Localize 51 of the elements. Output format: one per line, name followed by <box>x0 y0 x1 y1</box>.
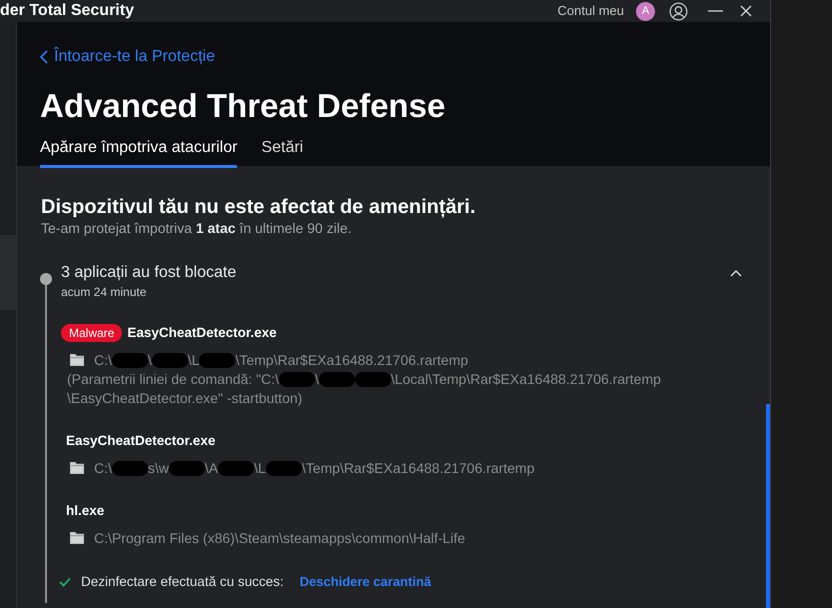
redaction-mark <box>199 352 236 368</box>
path-text: \L <box>254 458 266 478</box>
redaction-mark <box>278 372 315 387</box>
redaction-mark <box>168 460 205 476</box>
redaction-mark <box>218 460 254 476</box>
tab[interactable]: Setări <box>261 138 304 168</box>
chevron-left-icon <box>40 50 48 64</box>
redaction-mark <box>112 460 148 476</box>
command-text: (Parametrii liniei de comandă: "C:\ <box>67 370 279 389</box>
path-text: \Temp\Rar$EXa16488.21706.rartemp <box>302 458 535 478</box>
path-text: \A <box>204 458 218 478</box>
malware-badge: Malware <box>61 324 122 342</box>
command-text: \Local\Temp\Rar$EXa16488.21706.rartemp <box>390 370 661 389</box>
path-text: C:\ <box>94 350 112 370</box>
redaction-mark <box>152 352 188 368</box>
app-name: hl.exe <box>66 502 104 520</box>
user-circle-icon[interactable] <box>669 2 688 20</box>
path-text: s\w <box>148 458 169 478</box>
app-title: der Total Security <box>0 1 134 21</box>
folder-icon <box>69 461 85 475</box>
path-text: C:\Program Files (x86)\Steam\steamapps\common\Half-Life <box>94 528 466 548</box>
command-text: \EasyCheatDetector.exe" -startbutton) <box>67 389 302 408</box>
result-message: Dezinfectare efectuată cu succes: <box>81 573 284 591</box>
account-label[interactable]: Contul meu <box>558 3 624 19</box>
close-icon[interactable] <box>740 5 752 17</box>
event-time: acum 24 minute <box>61 284 148 300</box>
page-title: Advanced Threat Defense <box>40 88 446 124</box>
folder-icon <box>69 353 85 367</box>
redaction-mark <box>354 372 391 387</box>
path-text: \Temp\Rar$EXa16488.21706.rartemp <box>235 350 468 370</box>
chevron-up-icon[interactable] <box>730 270 742 277</box>
back-link[interactable]: Întoarce-te la Protecție <box>40 47 215 67</box>
status-heading: Dispozitivul tău nu este afectat de amenințări. <box>41 195 477 219</box>
path-text: C:\ <box>94 458 112 478</box>
redaction-mark <box>112 352 148 368</box>
tab[interactable]: Apărare împotriva atacurilor <box>40 138 238 168</box>
minimize-icon[interactable] <box>708 10 723 12</box>
command-text: \ <box>314 370 319 389</box>
timeline-dot-icon <box>40 273 52 285</box>
status-summary: Te-am protejat împotriva 1 atac în ultimele 90 zile. <box>41 220 352 237</box>
redaction-mark <box>318 372 355 387</box>
scrollbar-thumb[interactable] <box>766 404 770 608</box>
path-text: \ <box>148 350 152 370</box>
event-title: 3 aplicații au fost blocate <box>61 263 238 283</box>
quarantine-link[interactable]: Deschidere carantină <box>300 573 432 591</box>
redaction-mark <box>266 460 302 476</box>
app-name: EasyCheatDetector.exe <box>66 432 216 450</box>
folder-icon <box>69 531 85 545</box>
app-name: EasyCheatDetector.exe <box>127 324 277 342</box>
check-icon <box>59 577 71 587</box>
path-text: \L <box>188 350 200 370</box>
